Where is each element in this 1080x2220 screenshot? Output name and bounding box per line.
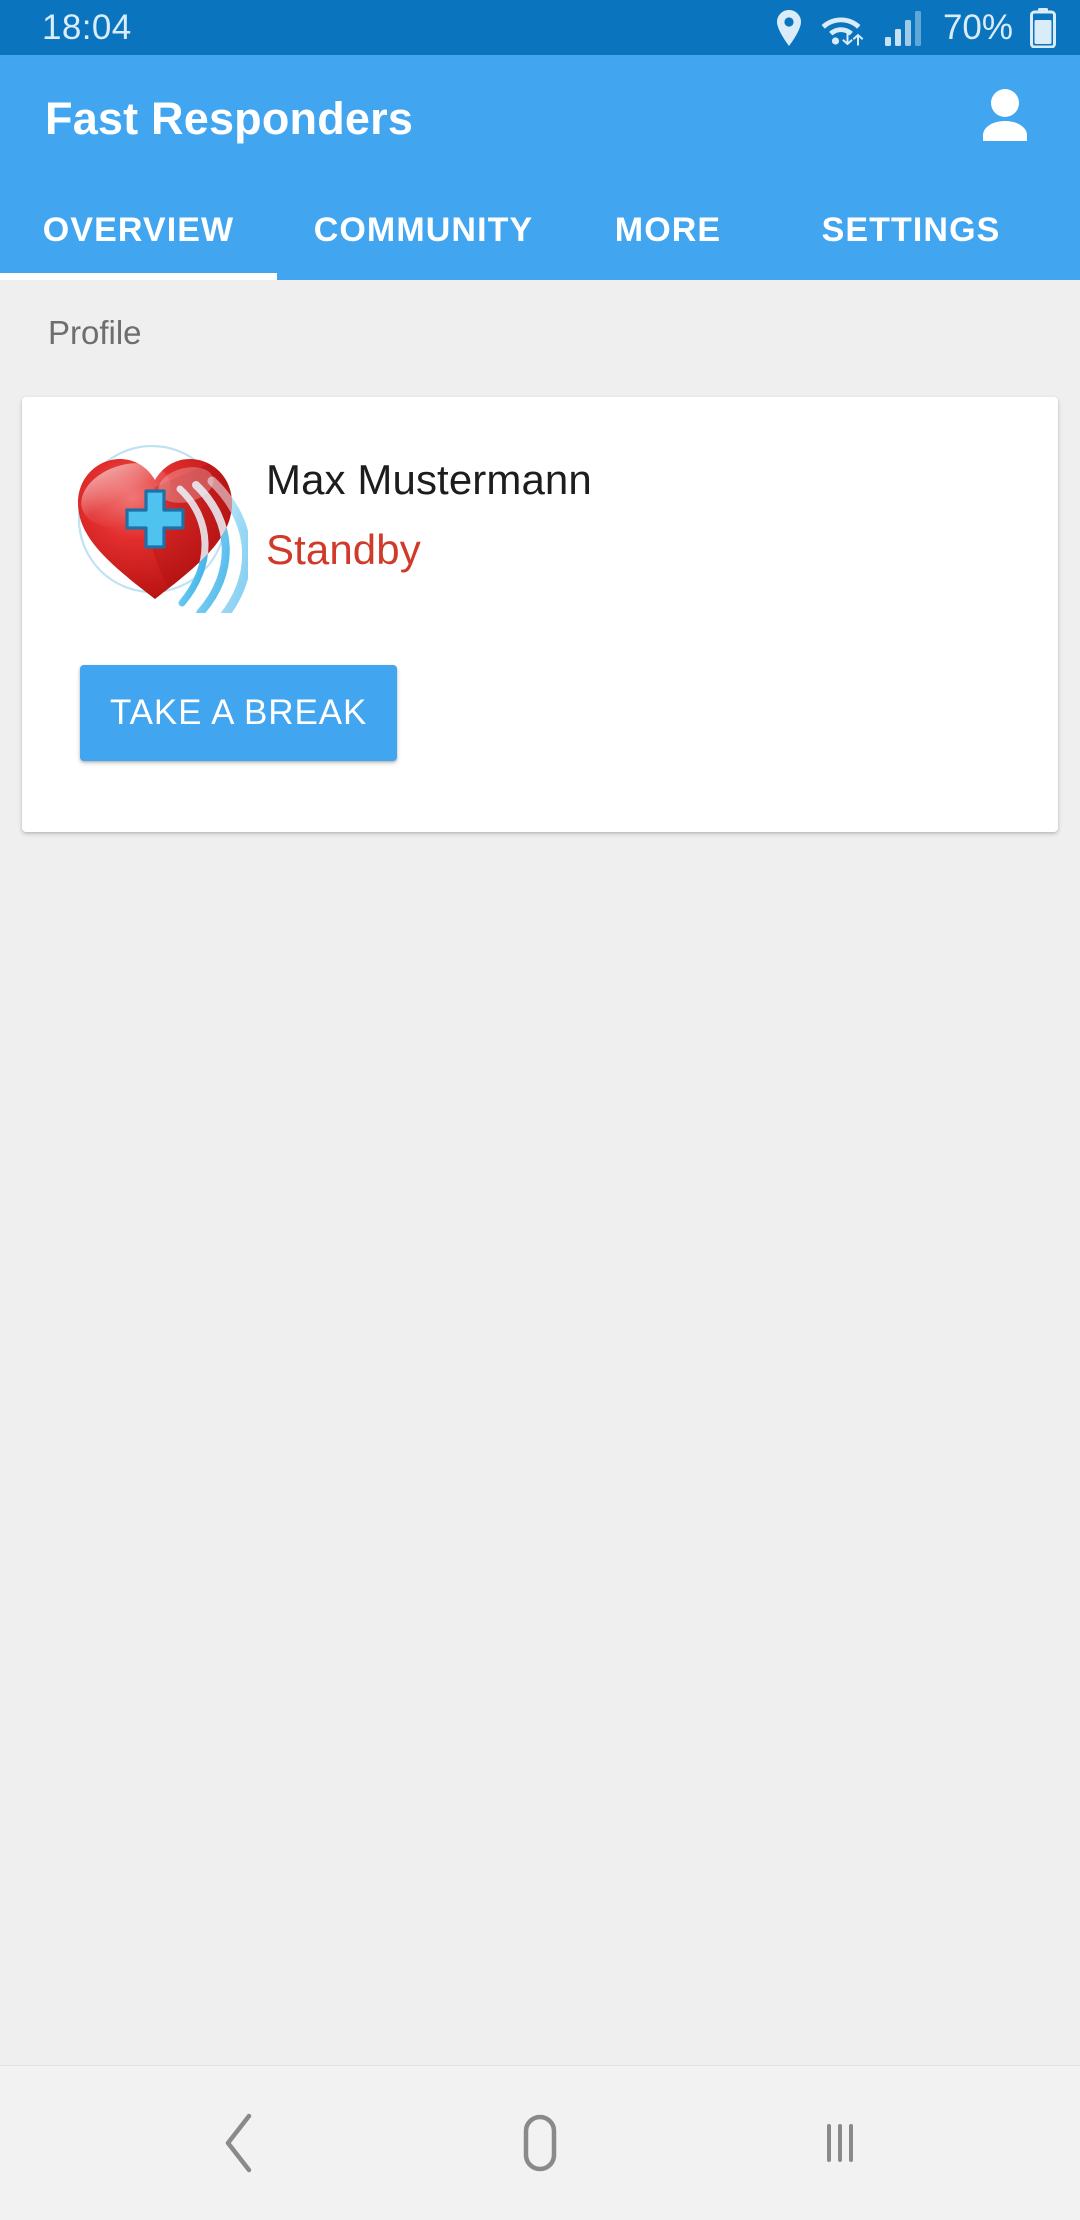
nav-recents-button[interactable] [765, 2088, 915, 2198]
app-bar-top-row: Fast Responders [0, 55, 1080, 181]
cellular-signal-icon [884, 9, 924, 47]
system-navigation-bar [0, 2065, 1080, 2220]
status-bar-clock: 18:04 [42, 8, 132, 47]
user-name: Max Mustermann [266, 456, 592, 503]
recents-icon [816, 2112, 864, 2174]
app-bar: Fast Responders OVERVIEW COMMUNITY MORE [0, 55, 1080, 280]
tab-overview-label: OVERVIEW [42, 211, 235, 249]
status-bar: 18:04 70% [0, 0, 1080, 55]
tab-settings-label: SETTINGS [821, 211, 1001, 249]
account-button[interactable] [960, 73, 1050, 163]
back-icon [218, 2112, 262, 2174]
battery-icon [1030, 7, 1056, 48]
take-a-break-button[interactable]: TAKE A BREAK [80, 665, 398, 761]
profile-identity: Max Mustermann Standby [266, 421, 592, 571]
tab-more[interactable]: MORE [570, 181, 766, 280]
tab-overview[interactable]: OVERVIEW [0, 181, 277, 280]
profile-card-header: Max Mustermann Standby [22, 397, 1058, 613]
nav-back-button[interactable] [165, 2088, 315, 2198]
tab-community-label: COMMUNITY [313, 211, 534, 249]
tab-more-label: MORE [614, 211, 722, 249]
account-person-icon [977, 87, 1033, 150]
content-area: Profile Max Mustermann Standby TAKE A BR… [0, 280, 1080, 2065]
profile-card: Max Mustermann Standby TAKE A BREAK [22, 397, 1058, 832]
active-tab-indicator [0, 273, 277, 280]
nav-home-button[interactable] [465, 2088, 615, 2198]
location-pin-icon [774, 9, 804, 47]
home-icon [514, 2112, 566, 2174]
status-bar-icons: 70% [774, 7, 1056, 48]
tab-bar[interactable]: OVERVIEW COMMUNITY MORE SETTINGS [0, 181, 1080, 280]
status-badge: Standby [266, 526, 421, 573]
tab-community[interactable]: COMMUNITY [277, 181, 570, 280]
battery-percentage-label: 70% [942, 8, 1013, 47]
tab-settings[interactable]: SETTINGS [766, 181, 1056, 280]
heart-pulse-logo-icon [62, 427, 248, 613]
phone-screen: 18:04 70% Fast Responders OVERVIEW COMMU… [0, 0, 1080, 2220]
section-header-profile: Profile [48, 314, 142, 351]
wifi-icon [821, 9, 867, 47]
page-title: Fast Responders [45, 92, 414, 144]
